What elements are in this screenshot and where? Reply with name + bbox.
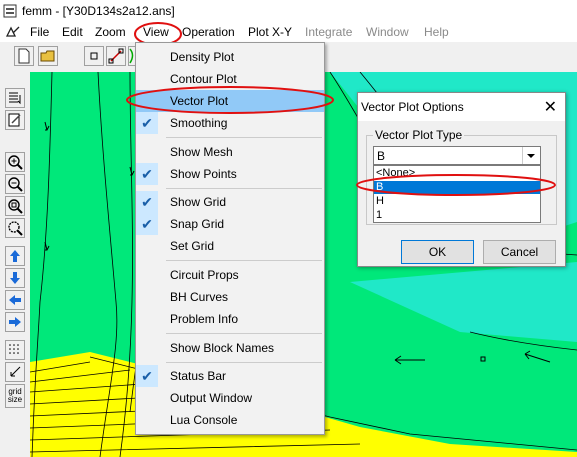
show-output-button[interactable] (5, 88, 25, 108)
menu-operation[interactable]: Operation (182, 25, 235, 39)
menu-item-show-block-names[interactable]: Show Block Names (136, 337, 324, 359)
window-title: femm - [Y30D134s2a12.ans] (22, 4, 175, 18)
menu-bar: File Edit Zoom View Operation Plot X-Y I… (0, 22, 577, 42)
menu-item-show-points[interactable]: ✔ Show Points (136, 163, 324, 185)
zoom-out-button[interactable] (5, 174, 25, 194)
checkmark-icon: ✔ (136, 213, 158, 235)
menu-separator (166, 260, 322, 261)
group-label: Vector Plot Type (373, 128, 465, 142)
menu-item-status-bar[interactable]: ✔ Status Bar (136, 365, 324, 387)
menu-separator (166, 137, 322, 138)
zoom-out-icon (8, 177, 23, 192)
menu-item-snap-grid[interactable]: ✔ Snap Grid (136, 213, 324, 235)
menu-item-lua-console[interactable]: Lua Console (136, 409, 324, 431)
pan-left-button[interactable] (5, 290, 25, 310)
checkmark-icon: ✔ (136, 191, 158, 213)
zoom-window-icon (8, 221, 23, 236)
menu-item-bh-curves[interactable]: BH Curves (136, 286, 324, 308)
pan-right-button[interactable] (5, 312, 25, 332)
system-menu-icon[interactable] (5, 25, 21, 39)
menu-item-show-mesh[interactable]: Show Mesh (136, 141, 324, 163)
zoom-natural-icon (8, 199, 23, 214)
menu-separator (166, 333, 322, 334)
snap-arrow-icon (10, 366, 21, 377)
menu-item-circuit-props[interactable]: Circuit Props (136, 264, 324, 286)
notepad-icon (8, 113, 21, 127)
menu-window[interactable]: Window (366, 25, 409, 39)
ok-button[interactable]: OK (401, 240, 474, 264)
chevron-down-icon (527, 154, 535, 158)
dropdown-arrow-icon[interactable] (522, 147, 540, 164)
dialog-title-bar: Vector Plot Options ✕ (358, 93, 565, 121)
point-mode-button[interactable] (84, 46, 104, 66)
segment-icon (108, 48, 124, 64)
snap-grid-button[interactable] (5, 362, 25, 382)
list-lines-icon (9, 92, 21, 105)
node-icon (90, 52, 98, 60)
left-toolbar: grid size (0, 72, 30, 457)
show-grid-button[interactable] (5, 340, 25, 360)
segment-mode-button[interactable] (106, 46, 126, 66)
menu-separator (166, 188, 322, 189)
menu-item-problem-info[interactable]: Problem Info (136, 308, 324, 330)
vector-plot-annotation-circle (126, 86, 334, 114)
open-folder-icon (40, 50, 55, 62)
menu-edit[interactable]: Edit (62, 25, 83, 39)
dialog-title: Vector Plot Options (361, 100, 464, 114)
b-option-annotation-circle (356, 174, 556, 196)
zoom-window-button[interactable] (5, 218, 25, 238)
dot-grid-icon (9, 344, 19, 354)
zoom-in-icon (8, 155, 23, 170)
arrow-left-icon (9, 295, 21, 305)
arrow-up-icon (10, 250, 20, 262)
menu-file[interactable]: File (30, 25, 49, 39)
open-file-button[interactable] (38, 46, 58, 66)
new-file-button[interactable] (14, 46, 34, 66)
close-icon[interactable]: ✕ (544, 97, 557, 117)
arrow-down-icon (10, 272, 20, 284)
option-1[interactable]: 1 (374, 209, 540, 222)
vector-plot-type-combo[interactable]: B (373, 146, 541, 165)
zoom-in-button[interactable] (5, 152, 25, 172)
checkmark-icon: ✔ (136, 163, 158, 185)
menu-item-show-grid[interactable]: ✔ Show Grid (136, 191, 324, 213)
menu-zoom[interactable]: Zoom (95, 25, 126, 39)
grid-size-button[interactable]: grid size (5, 384, 25, 408)
pan-up-button[interactable] (5, 246, 25, 266)
edit-properties-button[interactable] (5, 110, 25, 130)
menu-separator (166, 362, 322, 363)
new-file-icon (18, 48, 30, 64)
menu-help[interactable]: Help (424, 25, 449, 39)
checkmark-icon: ✔ (136, 365, 158, 387)
combo-value: B (377, 149, 386, 163)
menu-integrate[interactable]: Integrate (305, 25, 352, 39)
pan-down-button[interactable] (5, 268, 25, 288)
title-bar: femm - [Y30D134s2a12.ans] (0, 0, 577, 22)
menu-item-set-grid[interactable]: Set Grid (136, 235, 324, 257)
menu-item-output-window[interactable]: Output Window (136, 387, 324, 409)
femm-app-icon (3, 4, 17, 18)
arrow-right-icon (9, 317, 21, 327)
menu-item-density-plot[interactable]: Density Plot (136, 46, 324, 68)
zoom-natural-button[interactable] (5, 196, 25, 216)
menu-plot-xy[interactable]: Plot X-Y (248, 25, 292, 39)
cancel-button[interactable]: Cancel (483, 240, 556, 264)
